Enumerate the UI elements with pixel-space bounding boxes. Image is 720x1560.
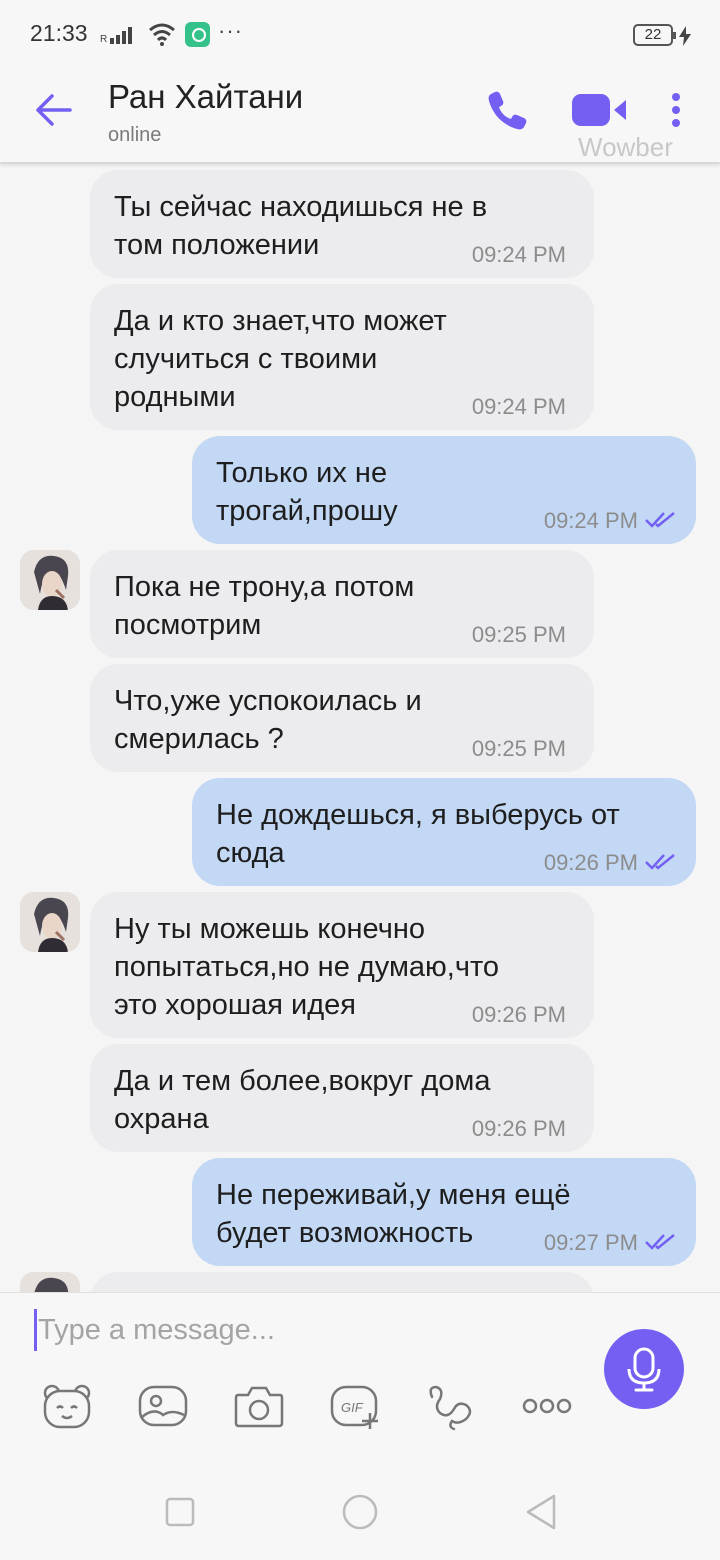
message-bubble-incoming[interactable]: Пока не трону,а потом посмотрим 09:25 PM: [90, 550, 594, 658]
message-text: Не переживай,у меня ещё будет возможност…: [216, 1179, 571, 1249]
message-text: Ты сейчас находишься не в том положении: [114, 191, 488, 261]
chat-header: Ран Хайтани online Wowber: [0, 64, 720, 164]
charging-icon: [679, 26, 691, 46]
wifi-icon: [149, 23, 175, 46]
read-receipt-icon: [645, 512, 675, 528]
svg-text:GIF: GIF: [341, 1400, 364, 1415]
microphone-icon: [627, 1347, 661, 1392]
contact-status: online: [108, 124, 162, 146]
message-bubble-incoming[interactable]: Что,уже успокоилась и смерилась ? 09:25 …: [90, 664, 594, 772]
signal-icon: R: [100, 27, 132, 45]
video-camera-icon[interactable]: [570, 90, 628, 130]
message-text: Пока не трону,а потом посмотрим: [114, 571, 415, 641]
contact-avatar[interactable]: [20, 550, 80, 610]
message-text: Да и кто знает,что может случиться с тво…: [114, 305, 447, 413]
message-text: Что,уже успокоилась и смерилась ?: [114, 685, 422, 755]
contact-avatar[interactable]: [20, 1272, 80, 1292]
gif-icon[interactable]: GIF: [328, 1381, 382, 1431]
message-time: 09:24 PM: [471, 394, 566, 419]
avatar-image: [20, 550, 80, 610]
microphone-button[interactable]: [604, 1329, 684, 1409]
system-navigation-bar: [0, 1472, 720, 1560]
message-bubble-incoming-partial[interactable]: [90, 1272, 594, 1292]
kebab-menu-icon[interactable]: [666, 92, 686, 132]
read-receipt-icon: [645, 854, 675, 870]
recent-apps-icon[interactable]: [160, 1492, 200, 1532]
text-cursor: [34, 1309, 37, 1351]
message-bubble-outgoing[interactable]: Только их не трогай,прошу 09:24 PM: [192, 436, 696, 544]
message-time: 09:26 PM: [471, 1116, 566, 1141]
contact-name[interactable]: Ран Хайтани: [108, 78, 303, 116]
message-time: 09:24 PM: [543, 508, 638, 533]
message-bubble-outgoing[interactable]: Не дождешься, я выберусь от сюда 09:26 P…: [192, 778, 696, 886]
phone-icon[interactable]: [486, 88, 530, 132]
message-text: Ну ты можешь конечно попытаться,но не ду…: [114, 913, 500, 1021]
avatar-image: [20, 1272, 80, 1292]
message-text: Да и тем более,вокруг дома охрана: [114, 1065, 491, 1135]
status-bar: 21:33 R ··· 22: [0, 0, 720, 64]
contact-avatar[interactable]: [20, 892, 80, 952]
message-bubble-outgoing[interactable]: Не переживай,у меня ещё будет возможност…: [192, 1158, 696, 1266]
doodle-icon[interactable]: [424, 1381, 478, 1431]
message-composer: GIF: [0, 1292, 720, 1472]
more-options-icon[interactable]: [520, 1381, 574, 1431]
message-bubble-incoming[interactable]: Да и тем более,вокруг дома охрана 09:26 …: [90, 1044, 594, 1152]
message-time: 09:25 PM: [471, 736, 566, 761]
svg-text:R: R: [100, 34, 107, 45]
message-text: Только их не трогай,прошу: [216, 457, 398, 527]
sticker-icon[interactable]: [40, 1381, 94, 1431]
message-list[interactable]: Ты сейчас находишься не в том положении …: [0, 166, 720, 1292]
message-time: 09:27 PM: [543, 1230, 638, 1255]
message-input[interactable]: [30, 1305, 570, 1355]
camera-icon[interactable]: [232, 1381, 286, 1431]
app-notification-icon: [185, 22, 210, 47]
message-time: 09:25 PM: [471, 622, 566, 647]
message-bubble-incoming[interactable]: Ну ты можешь конечно попытаться,но не ду…: [90, 892, 594, 1038]
back-arrow-icon[interactable]: [34, 90, 74, 130]
home-icon[interactable]: [340, 1492, 380, 1532]
gallery-icon[interactable]: [136, 1381, 190, 1431]
back-nav-icon[interactable]: [520, 1492, 560, 1532]
avatar-image: [20, 892, 80, 952]
message-bubble-incoming[interactable]: Да и кто знает,что может случиться с тво…: [90, 284, 594, 430]
read-receipt-icon: [645, 1234, 675, 1250]
message-bubble-incoming[interactable]: Ты сейчас находишься не в том положении …: [90, 170, 594, 278]
battery-icon: 22: [633, 24, 676, 46]
message-time: 09:24 PM: [471, 242, 566, 267]
more-notifications-icon: ···: [218, 18, 243, 43]
message-time: 09:26 PM: [543, 850, 638, 875]
watermark: Wowber: [578, 132, 673, 162]
message-time: 09:26 PM: [471, 1002, 566, 1027]
status-time: 21:33: [30, 20, 88, 46]
